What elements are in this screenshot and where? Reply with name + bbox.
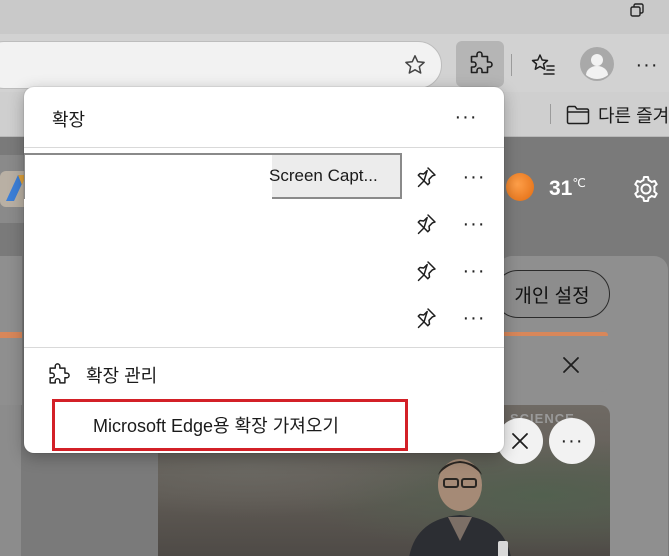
folder-icon xyxy=(566,105,590,125)
favorites-folder[interactable]: 다른 즐겨 xyxy=(566,98,669,132)
weather-temp-value: 31 xyxy=(549,177,573,200)
favorites-separator xyxy=(550,104,551,124)
add-favorite-button[interactable] xyxy=(398,50,432,80)
get-extensions-link[interactable]: Microsoft Edge용 확장 가져오기 xyxy=(52,399,408,451)
restore-window-button[interactable] xyxy=(620,0,654,20)
weather-sun-icon xyxy=(506,173,534,201)
manage-extensions-label: 확장 관리 xyxy=(86,366,158,386)
puzzle-icon xyxy=(49,363,70,384)
pin-extension-button[interactable] xyxy=(410,302,442,334)
popup-title: 확장 xyxy=(52,110,86,130)
pin-extension-button[interactable] xyxy=(410,255,442,287)
weather-temperature[interactable]: 31℃ xyxy=(549,176,586,201)
star-list-icon xyxy=(531,54,555,75)
notice-bar xyxy=(498,336,610,392)
pin-icon xyxy=(417,261,436,282)
extensions-popup: 확장 ··· Screen Capt... ··· ··· ··· ··· 확장… xyxy=(24,87,504,453)
pin-extension-button[interactable] xyxy=(410,161,442,193)
extension-more-button[interactable]: ··· xyxy=(454,208,494,240)
gear-icon xyxy=(634,176,658,202)
puzzle-icon xyxy=(470,51,493,74)
personalize-button[interactable]: 개인 설정 xyxy=(494,270,610,318)
extension-row[interactable] xyxy=(24,199,404,245)
favorites-button[interactable] xyxy=(522,44,564,86)
notice-close-button[interactable] xyxy=(556,350,586,380)
extension-name: Screen Capt... xyxy=(269,166,378,185)
profile-button[interactable] xyxy=(575,42,619,86)
extension-row[interactable] xyxy=(24,246,404,292)
pin-extension-button[interactable] xyxy=(410,208,442,240)
pin-icon xyxy=(417,214,436,235)
restore-icon xyxy=(630,3,644,17)
left-news-card xyxy=(0,405,22,556)
toolbar-separator xyxy=(511,54,512,76)
popup-divider xyxy=(24,147,504,148)
pin-icon xyxy=(417,308,436,329)
settings-more-button[interactable]: ··· xyxy=(626,44,668,86)
close-icon xyxy=(563,357,579,373)
favorites-folder-label: 다른 즐겨 xyxy=(598,106,669,126)
extension-row[interactable] xyxy=(24,293,404,339)
weather-temp-unit: ℃ xyxy=(572,176,586,190)
photo-person-image xyxy=(409,459,511,556)
popup-more-button[interactable]: ··· xyxy=(444,101,488,133)
extension-more-button[interactable]: ··· xyxy=(454,255,494,287)
photo-more-button[interactable]: ··· xyxy=(549,418,595,464)
popup-divider xyxy=(24,347,504,348)
pin-icon xyxy=(417,167,436,188)
extension-more-button[interactable]: ··· xyxy=(454,161,494,193)
extension-icon-placeholder xyxy=(25,155,272,199)
star-outline-icon xyxy=(405,55,425,74)
title-bar xyxy=(0,0,669,34)
avatar-icon xyxy=(580,47,614,81)
extension-more-button[interactable]: ··· xyxy=(454,302,494,334)
close-icon xyxy=(512,433,528,449)
extensions-button[interactable] xyxy=(456,41,504,87)
manage-extensions-link[interactable]: 확장 관리 xyxy=(46,357,386,393)
address-bar[interactable] xyxy=(0,41,442,89)
get-extensions-label: Microsoft Edge용 확장 가져오기 xyxy=(93,416,339,436)
left-notice-bar xyxy=(0,338,22,394)
page-settings-button[interactable] xyxy=(628,171,664,207)
